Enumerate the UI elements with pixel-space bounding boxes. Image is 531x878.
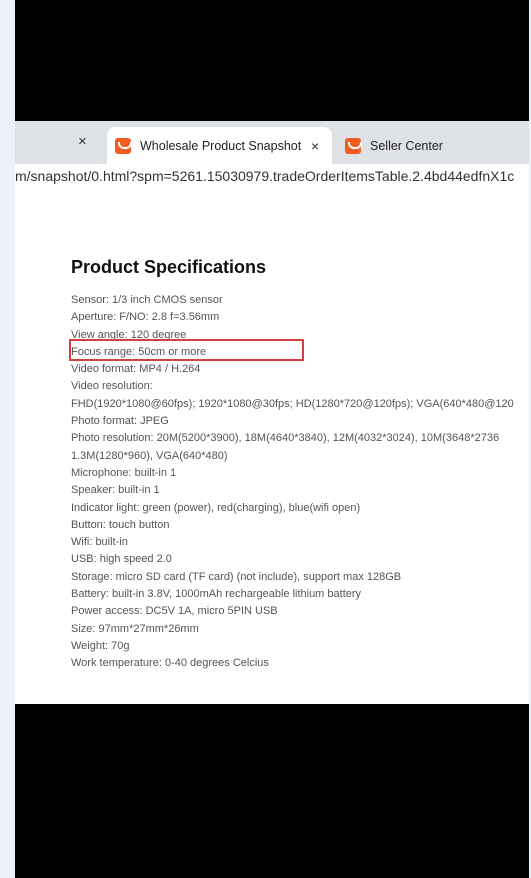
url-text[interactable]: m/snapshot/0.html?spm=5261.15030979.trad…: [15, 168, 514, 184]
spec-line: Weight: 70g: [71, 639, 130, 652]
tab-seller-center[interactable]: Seller Center: [337, 127, 529, 164]
tab-bar: × Wholesale Product Snapshot P × Seller …: [15, 121, 529, 164]
spec-line: FHD(1920*1080@60fps); 1920*1080@30fps; H…: [71, 397, 514, 410]
spec-line: Video resolution:: [71, 380, 153, 393]
browser-window: × Wholesale Product Snapshot P × Seller …: [15, 121, 529, 704]
previous-tab-close-icon[interactable]: ×: [78, 133, 87, 150]
tab-wholesale-product-snapshot[interactable]: Wholesale Product Snapshot P ×: [107, 127, 332, 164]
page-content: Product Specifications Sensor: 1/3 inch …: [15, 192, 529, 704]
spec-line: Storage: micro SD card (TF card) (not in…: [71, 570, 402, 583]
spec-line: Battery: built-in 3.8V, 1000mAh recharge…: [71, 588, 362, 601]
spec-line: Sensor: 1/3 inch CMOS sensor: [71, 294, 223, 306]
highlight-annotation-box: [69, 339, 304, 361]
spec-line: Button: touch button: [71, 518, 170, 531]
spec-line: Photo format: JPEG: [71, 415, 169, 428]
tab-title: Wholesale Product Snapshot P: [140, 138, 305, 153]
spec-line: Aperture: F/NO: 2.8 f=3.56mm: [71, 311, 220, 324]
spec-line: Work temperature: 0-40 degrees Celcius: [71, 657, 269, 670]
left-edge-strip: [0, 0, 15, 878]
spec-line: Photo resolution: 20M(5200*3900), 18M(46…: [71, 432, 500, 445]
spec-line: Video format: MP4 / H.264: [71, 363, 201, 376]
page-title: Product Specifications: [71, 257, 267, 277]
aliexpress-favicon-icon: [345, 137, 362, 154]
spec-line: USB: high speed 2.0: [71, 553, 172, 566]
spec-line: Wifi: built-in: [71, 536, 128, 549]
spec-line: Power access: DC5V 1A, micro 5PIN USB: [71, 605, 278, 618]
spec-line: 1.3M(1280*960), VGA(640*480): [71, 449, 228, 462]
spec-line: Speaker: built-in 1: [71, 484, 160, 497]
aliexpress-favicon-icon: [115, 137, 132, 154]
close-icon[interactable]: ×: [311, 138, 319, 154]
spec-line: Indicator light: green (power), red(char…: [71, 501, 361, 514]
spec-line: Microphone: built-in 1: [71, 466, 177, 479]
tab-title: Seller Center: [370, 138, 443, 153]
address-bar[interactable]: m/snapshot/0.html?spm=5261.15030979.trad…: [15, 164, 529, 192]
spec-line: Size: 97mm*27mm*26mm: [71, 622, 199, 635]
